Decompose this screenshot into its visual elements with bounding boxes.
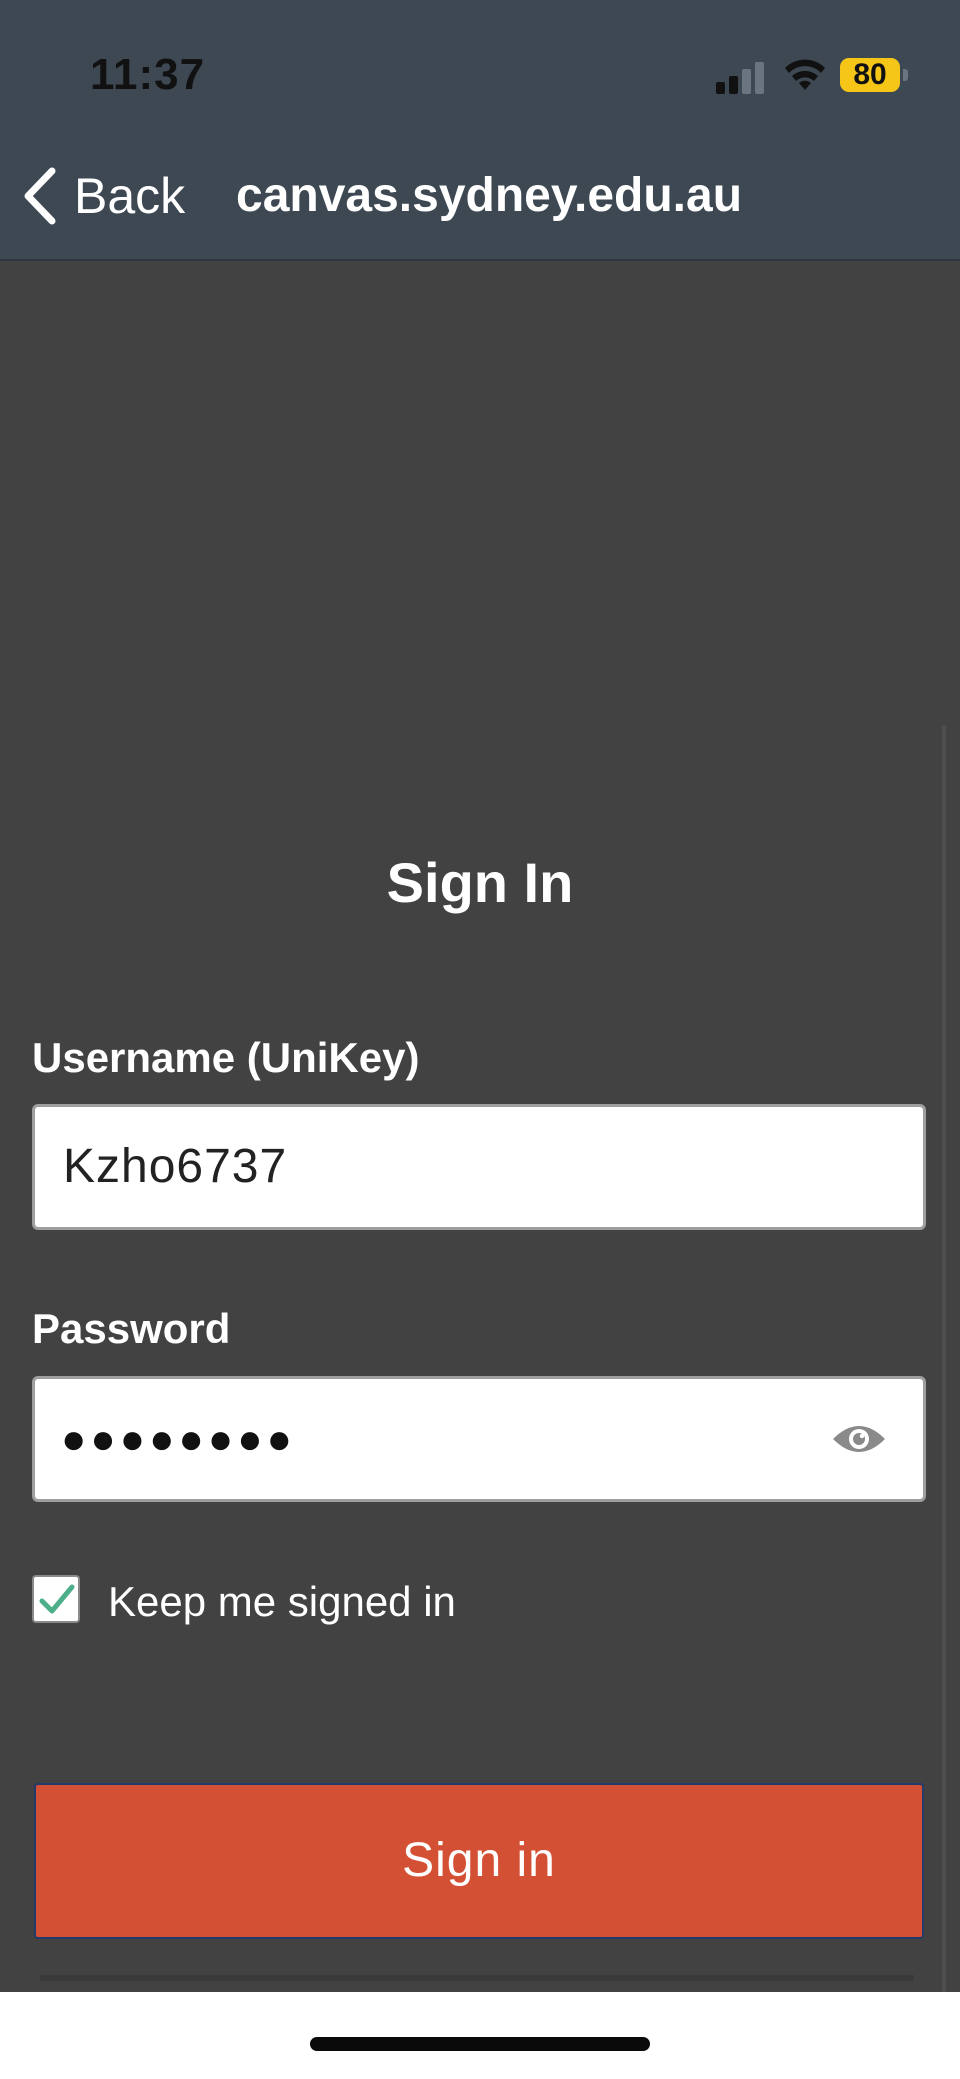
username-value: Kzho6737 [63, 1140, 288, 1193]
wifi-icon [785, 59, 825, 90]
keep-signed-in-label[interactable]: Keep me signed in [108, 1578, 456, 1626]
back-button[interactable]: Back [22, 162, 185, 230]
chevron-left-icon [24, 167, 56, 225]
password-label: Password [32, 1305, 231, 1352]
eye-icon[interactable] [831, 1419, 887, 1459]
status-time: 11:37 [90, 50, 206, 99]
checkmark-icon [39, 1584, 75, 1614]
sign-in-button[interactable]: Sign in [34, 1783, 924, 1939]
page-title: Sign In [386, 851, 574, 914]
password-value: ●●●●●●●● [61, 1415, 296, 1462]
username-field[interactable]: Kzho6737 [32, 1104, 926, 1230]
scroll-indicator[interactable] [942, 725, 946, 1995]
back-label: Back [74, 168, 186, 224]
content-below-fold [40, 1975, 914, 1981]
battery-level: 80 [840, 58, 900, 92]
home-area [0, 1992, 960, 2079]
home-indicator[interactable] [310, 2037, 650, 2051]
password-field[interactable]: ●●●●●●●● [32, 1376, 926, 1502]
username-label: Username (UniKey) [32, 1034, 420, 1081]
battery-icon: 80 [840, 58, 910, 92]
keep-signed-in-checkbox[interactable] [32, 1575, 80, 1623]
signal-icon [716, 60, 766, 94]
status-bar: 11:37 80 [0, 0, 960, 150]
page-url-title: canvas.sydney.edu.au [236, 169, 743, 222]
